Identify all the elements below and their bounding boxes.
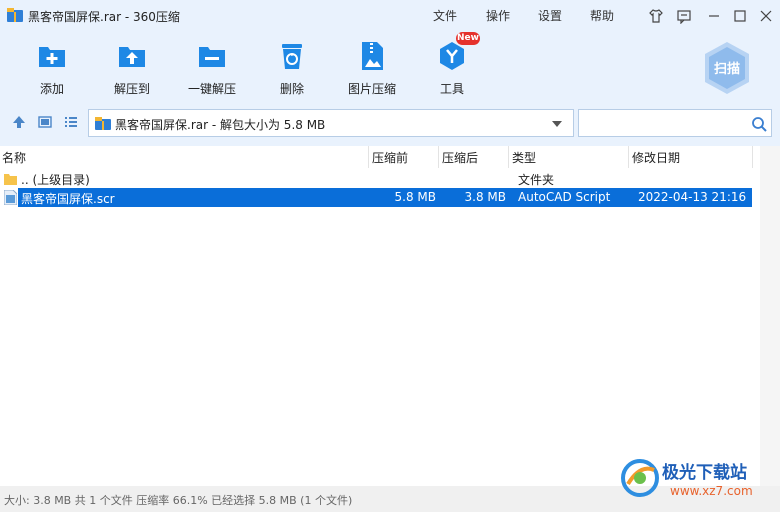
row-compressed: 3.8 MB xyxy=(464,190,506,204)
menu-operation[interactable]: 操作 xyxy=(486,7,510,24)
up-arrow-icon[interactable] xyxy=(11,114,27,130)
image-compress-icon xyxy=(362,42,383,70)
row-name: 黑客帝国屏保.scr xyxy=(21,192,115,206)
row-type: 文件夹 xyxy=(518,173,555,187)
column-name[interactable]: 名称 xyxy=(2,149,26,166)
tools-label: 工具 xyxy=(439,82,464,96)
vertical-scrollbar[interactable] xyxy=(760,146,780,486)
file-icon xyxy=(4,190,17,205)
delete-button[interactable]: 删除 xyxy=(257,38,327,98)
path-text: 黑客帝国屏保.rar - 解包大小为 5.8 MB xyxy=(115,118,326,132)
extract-to-button[interactable]: 解压到 xyxy=(97,38,167,98)
chevron-down-icon[interactable] xyxy=(552,120,562,128)
watermark-name: 极光下载站 xyxy=(662,463,747,483)
folder-icon xyxy=(4,174,17,185)
archive-icon xyxy=(95,117,111,130)
minimize-icon[interactable] xyxy=(706,8,722,24)
row-type: AutoCAD Script xyxy=(518,190,611,204)
column-modified[interactable]: 修改日期 xyxy=(632,149,680,166)
tools-button[interactable]: 工具 xyxy=(417,38,487,98)
new-badge: New xyxy=(456,32,480,45)
image-compress-button[interactable]: 图片压缩 xyxy=(337,38,407,98)
search-icon[interactable] xyxy=(751,116,767,132)
watermark-logo-icon xyxy=(621,459,659,497)
column-type[interactable]: 类型 xyxy=(512,149,536,166)
column-divider[interactable] xyxy=(628,146,629,168)
window-title: 黑客帝国屏保.rar - 360压缩 xyxy=(28,10,180,24)
feedback-icon[interactable] xyxy=(676,8,692,24)
add-button[interactable]: 添加 xyxy=(17,38,87,98)
menu-help[interactable]: 帮助 xyxy=(590,7,614,24)
column-divider[interactable] xyxy=(438,146,439,168)
list-view-icon[interactable] xyxy=(63,114,79,130)
column-header: 名称 压缩前 压缩后 类型 修改日期 xyxy=(0,146,760,168)
one-click-extract-icon xyxy=(199,47,225,67)
file-list: .. (上级目录) 文件夹 黑客帝国屏保.scr 5.8 MB 3.8 MB A… xyxy=(0,168,760,486)
column-divider[interactable] xyxy=(508,146,509,168)
status-text: 大小: 3.8 MB 共 1 个文件 压缩率 66.1% 已经选择 5.8 MB… xyxy=(4,494,353,507)
maximize-icon[interactable] xyxy=(732,8,748,24)
row-name: .. (上级目录) xyxy=(21,173,90,187)
add-icon xyxy=(39,47,65,67)
row-modified: 2022-04-13 21:16 xyxy=(638,190,747,204)
table-row-parent-dir[interactable]: .. (上级目录) 文件夹 xyxy=(0,169,760,188)
table-row-selected[interactable]: 黑客帝国屏保.scr 5.8 MB 3.8 MB AutoCAD Script … xyxy=(0,188,760,207)
extract-to-label: 解压到 xyxy=(113,82,150,96)
one-click-extract-button[interactable]: 一键解压 xyxy=(177,38,247,98)
column-divider[interactable] xyxy=(752,146,753,168)
path-combobox[interactable]: 黑客帝国屏保.rar - 解包大小为 5.8 MB xyxy=(88,109,574,137)
address-bar: 黑客帝国屏保.rar - 解包大小为 5.8 MB xyxy=(0,102,780,146)
close-icon[interactable] xyxy=(758,8,774,24)
scan-button[interactable]: 扫描 xyxy=(702,40,752,96)
watermark-url: www.xz7.com xyxy=(670,484,753,498)
watermark: 极光下载站 www.xz7.com xyxy=(620,452,776,504)
column-divider[interactable] xyxy=(368,146,369,168)
add-label: 添加 xyxy=(39,82,64,96)
skin-icon[interactable] xyxy=(648,8,664,24)
row-packed: 5.8 MB xyxy=(394,190,436,204)
menu-settings[interactable]: 设置 xyxy=(538,7,562,24)
delete-label: 删除 xyxy=(279,82,304,96)
image-compress-label: 图片压缩 xyxy=(347,82,396,96)
toolbar: 添加 解压到 一键解压 删除 图片压缩 工具 xyxy=(0,32,780,102)
extract-to-icon xyxy=(119,47,145,67)
one-click-extract-label: 一键解压 xyxy=(187,82,236,96)
scan-label: 扫描 xyxy=(713,62,740,77)
column-compressed[interactable]: 压缩后 xyxy=(442,149,478,166)
menu-file[interactable]: 文件 xyxy=(433,7,457,24)
title-bar: 黑客帝国屏保.rar - 360压缩 文件 操作 设置 帮助 xyxy=(0,0,780,32)
archive-app-icon xyxy=(7,8,23,22)
app-window: 黑客帝国屏保.rar - 360压缩 文件 操作 设置 帮助 添加 解压到 一键… xyxy=(0,0,780,512)
thumbnail-view-icon[interactable] xyxy=(37,114,53,130)
delete-icon xyxy=(282,44,302,69)
column-packed[interactable]: 压缩前 xyxy=(372,149,408,166)
search-input[interactable] xyxy=(578,109,772,137)
